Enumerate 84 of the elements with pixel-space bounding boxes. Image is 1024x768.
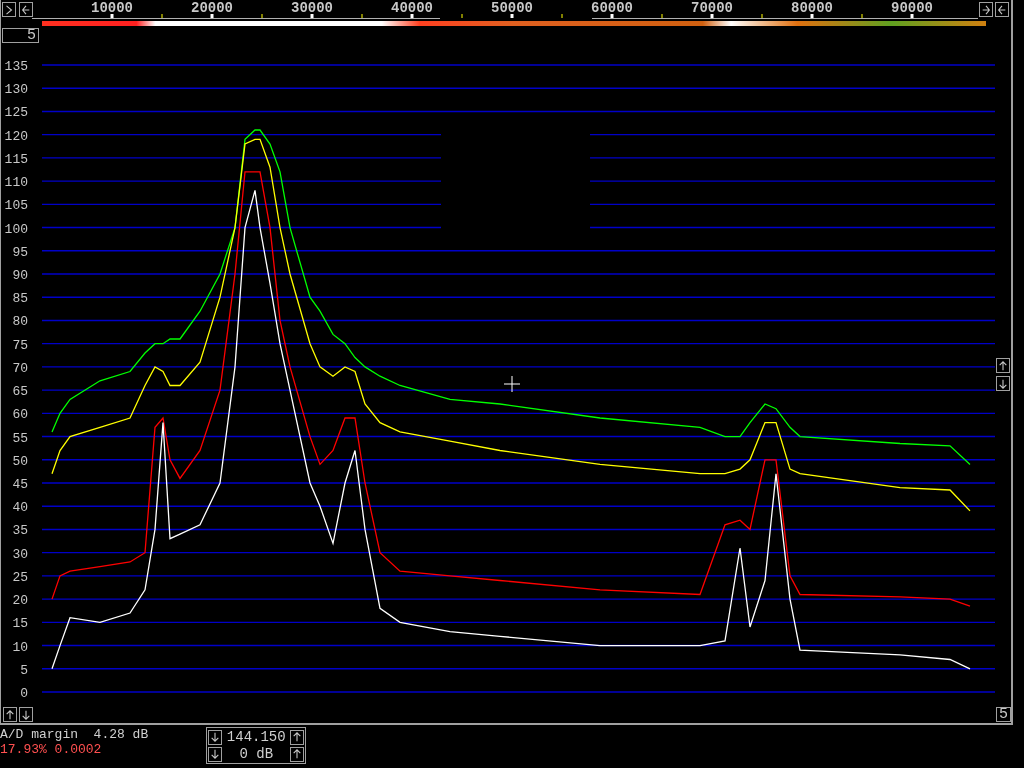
up-arrow-icon (998, 359, 1008, 372)
scroll-left-button[interactable] (995, 2, 1009, 17)
y-axis-label: 15 (12, 616, 28, 632)
frequency-up-button[interactable] (290, 729, 305, 745)
y-axis-label: 75 (12, 337, 28, 353)
gain-value: 0 dB (238, 746, 275, 762)
scale-up-button[interactable] (996, 358, 1010, 373)
major-tick (410, 14, 414, 18)
y-axis-label: 25 (12, 569, 28, 585)
crosshair-icon (503, 375, 521, 393)
scroll-right-button[interactable] (979, 2, 993, 17)
y-axis-label: 105 (4, 198, 28, 214)
major-tick (610, 14, 614, 18)
minor-tick (161, 14, 163, 18)
y-axis-label: 60 (12, 407, 28, 423)
y-axis-label: 45 (12, 477, 28, 492)
y-axis-label: 95 (12, 244, 28, 260)
zoom-button[interactable]: 5 (996, 707, 1011, 722)
major-tick (210, 14, 214, 18)
x-axis-label: 50000 (491, 0, 533, 16)
y-axis-label: 0 (20, 686, 28, 701)
y-axis-label: 55 (12, 430, 28, 446)
y-axis-label: 65 (12, 384, 28, 400)
y-axis-label: 100 (4, 221, 28, 237)
x-axis-label: 90000 (891, 0, 933, 16)
x-axis-label: 20000 (191, 0, 233, 16)
y-axis-label: 30 (12, 546, 28, 562)
major-tick (310, 14, 314, 18)
left-arrow-icon (997, 3, 1007, 16)
minor-tick (661, 14, 663, 18)
x-axis-label: 30000 (291, 0, 333, 16)
x-axis-label: 40000 (391, 0, 433, 16)
down-arrow-icon (210, 731, 221, 743)
y-axis-label: 90 (12, 268, 28, 283)
x-axis-label: 70000 (691, 0, 733, 16)
minor-tick (261, 14, 263, 18)
y-axis-label: 115 (4, 151, 28, 167)
y-axis-label: 5 (20, 662, 28, 678)
scale-down-button[interactable] (996, 376, 1010, 391)
major-tick (910, 14, 914, 18)
level-down-button[interactable] (19, 707, 33, 722)
minor-tick (361, 14, 363, 18)
y-axis-label: 85 (12, 291, 28, 307)
major-tick (710, 14, 714, 18)
y-axis-label: 110 (4, 175, 28, 191)
down-arrow-icon (210, 748, 221, 760)
y-axis-label: 130 (4, 82, 28, 98)
up-arrow-icon (292, 731, 303, 743)
left-arrow-icon (21, 3, 31, 16)
y-axis-label: 70 (12, 360, 28, 376)
scroll-left-button[interactable] (19, 2, 33, 17)
range-button[interactable]: 5 (2, 28, 39, 43)
minor-tick (861, 14, 863, 18)
up-arrow-icon (5, 708, 15, 721)
scroll-right-button[interactable] (2, 2, 16, 17)
gain-down-button[interactable] (208, 746, 223, 762)
x-axis-label: 10000 (91, 0, 133, 16)
fft-stats-text: 17.93% 0.0002 (0, 742, 103, 757)
y-axis-label: 135 (4, 59, 28, 74)
y-axis-label: 125 (4, 105, 28, 121)
y-axis-label: 35 (12, 523, 28, 539)
minor-tick (461, 14, 463, 18)
frequency-value: 144.150 (226, 729, 287, 745)
minor-tick (561, 14, 563, 18)
level-up-button[interactable] (3, 707, 17, 722)
y-axis-label: 50 (12, 453, 28, 469)
right-arrow-icon (981, 3, 991, 16)
major-tick (110, 14, 114, 18)
x-axis-label: 80000 (791, 0, 833, 16)
ad-margin-text: A/D margin 4.28 dB (0, 727, 149, 742)
major-tick (810, 14, 814, 18)
gain-up-button[interactable] (290, 746, 305, 762)
down-arrow-icon (21, 708, 31, 721)
minor-tick (761, 14, 763, 18)
down-arrow-icon (998, 377, 1008, 390)
y-axis-label: 80 (12, 314, 28, 330)
frequency-down-button[interactable] (208, 729, 223, 745)
x-axis-label: 60000 (591, 0, 633, 16)
up-arrow-icon (292, 748, 303, 760)
y-axis-label: 120 (4, 128, 28, 144)
major-tick (510, 14, 514, 18)
y-axis-label: 20 (12, 593, 28, 609)
y-axis-label: 40 (12, 500, 28, 516)
y-axis-label: 10 (12, 639, 28, 655)
